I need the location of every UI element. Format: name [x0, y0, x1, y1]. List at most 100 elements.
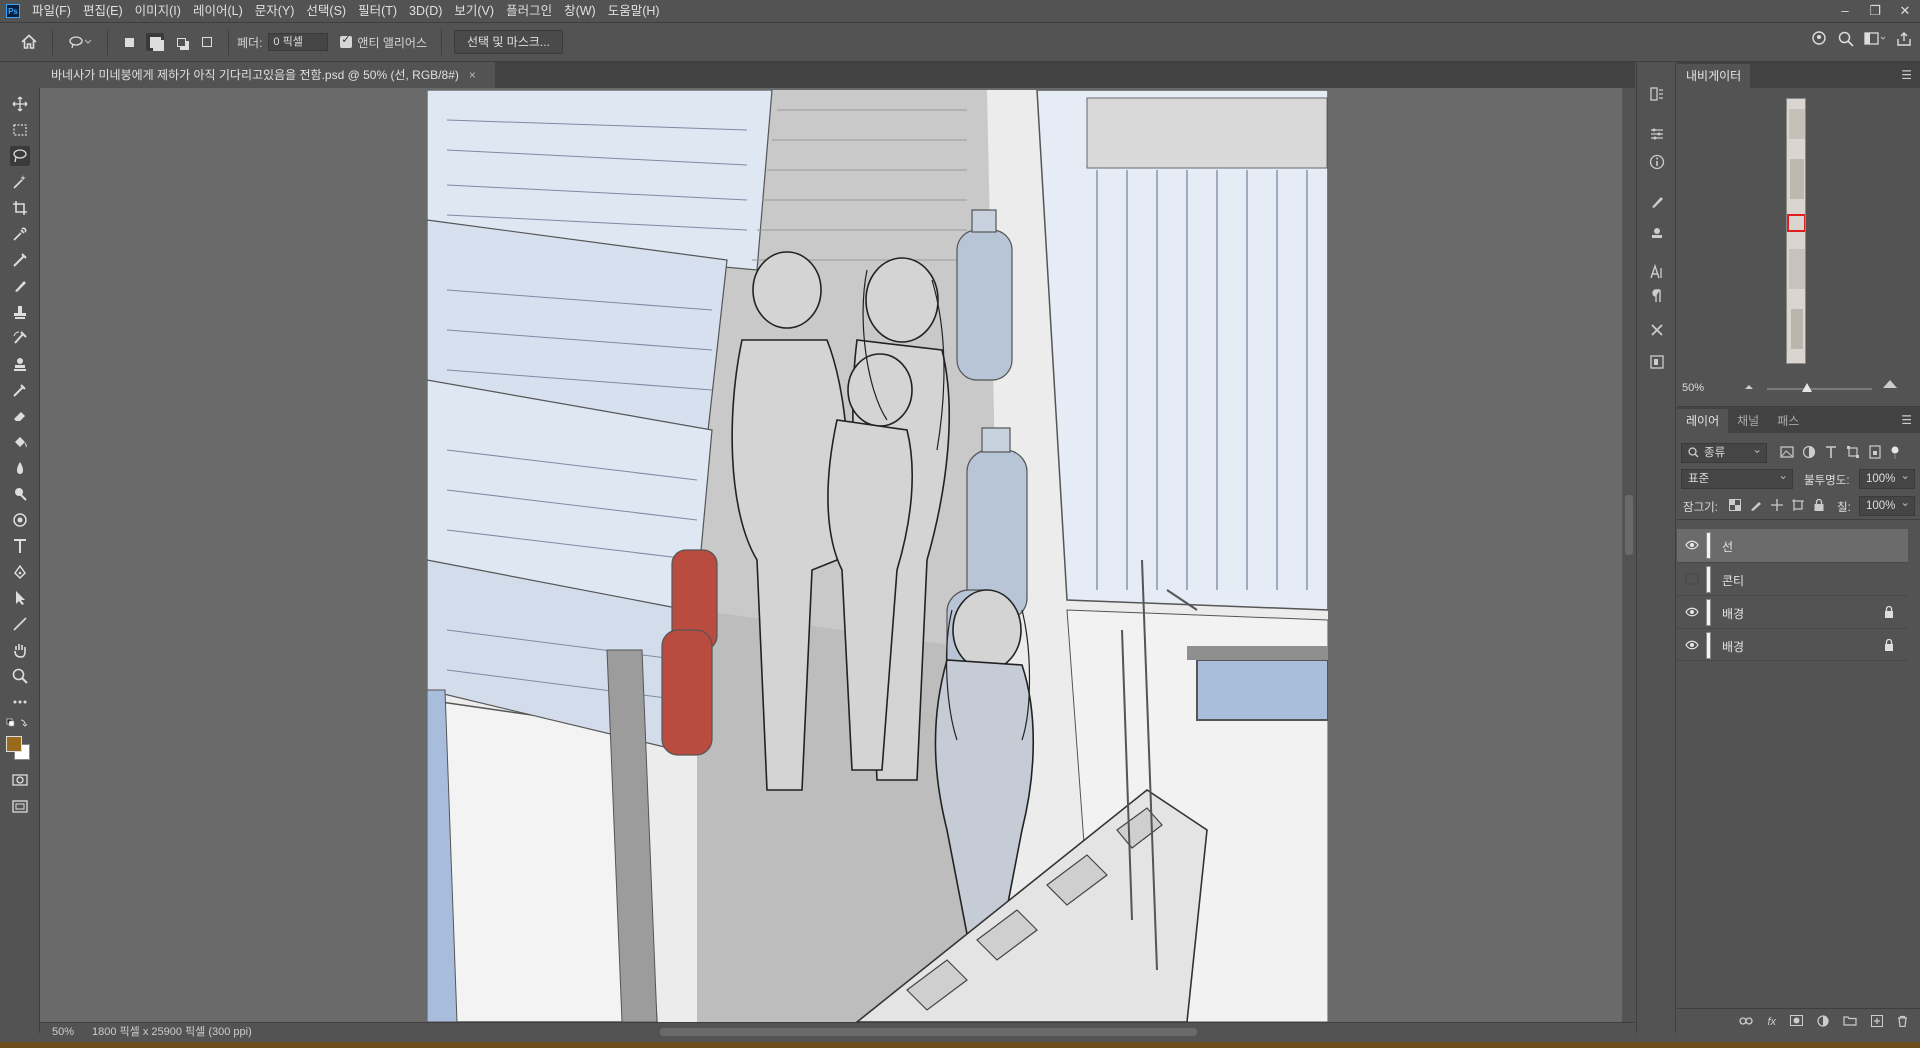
tab-channels[interactable]: 채널	[1728, 409, 1768, 433]
move-tool-icon[interactable]	[10, 94, 30, 114]
tab-layers[interactable]: 레이어	[1677, 409, 1729, 433]
menu-filter[interactable]: 필터(T)	[352, 0, 403, 22]
zoom-out-icon[interactable]	[1744, 380, 1754, 394]
filter-toggle-icon[interactable]	[1890, 445, 1900, 462]
lock-artboard-icon[interactable]	[1792, 499, 1804, 514]
layer-name[interactable]: 콘티	[1722, 572, 1744, 589]
lock-all-icon[interactable]	[1813, 498, 1825, 514]
lock-pixels-icon[interactable]	[1750, 499, 1762, 514]
filter-type-icon[interactable]	[1824, 445, 1838, 462]
lock-position-icon[interactable]	[1771, 499, 1783, 514]
brush-tool-icon[interactable]	[10, 276, 30, 296]
pen-tool-icon[interactable]	[10, 562, 30, 582]
share-export-icon[interactable]	[1896, 31, 1912, 50]
menu-window[interactable]: 창(W)	[558, 0, 602, 22]
filter-adjustment-icon[interactable]	[1802, 445, 1816, 462]
default-colors-icon[interactable]	[6, 718, 28, 730]
menu-edit[interactable]: 편집(E)	[77, 0, 129, 22]
visibility-eye-icon[interactable]	[1685, 539, 1699, 551]
screen-mode-icon[interactable]	[10, 796, 30, 816]
type-tool-icon[interactable]	[10, 536, 30, 556]
navigator-zoom-knob[interactable]	[1802, 383, 1812, 392]
layer-style-icon[interactable]: fx	[1767, 1016, 1776, 1028]
intersect-selection-icon[interactable]	[198, 33, 216, 51]
layer-row[interactable]: 콘티	[1677, 562, 1908, 595]
navigator-preview[interactable]	[1786, 98, 1806, 364]
menu-plugins[interactable]: 플러그인	[500, 0, 558, 22]
menu-view[interactable]: 보기(V)	[448, 0, 500, 22]
blend-mode-dropdown[interactable]: 표준	[1681, 467, 1793, 489]
menu-3d[interactable]: 3D(D)	[403, 0, 448, 22]
layer-row[interactable]: 배경	[1677, 595, 1908, 628]
paint-bucket-tool-icon[interactable]	[10, 432, 30, 452]
minimize-button[interactable]: –	[1830, 0, 1860, 22]
line-tool-icon[interactable]	[10, 614, 30, 634]
properties-panel-icon[interactable]	[1647, 352, 1667, 372]
layer-row[interactable]: 배경	[1677, 628, 1908, 661]
lock-transparent-icon[interactable]	[1729, 499, 1741, 514]
add-to-selection-icon[interactable]	[146, 33, 164, 51]
filter-smart-object-icon[interactable]	[1868, 445, 1882, 462]
blur-tool-icon[interactable]	[10, 458, 30, 478]
opacity-input[interactable]: 100%	[1859, 467, 1915, 489]
status-zoom[interactable]: 50%	[52, 1023, 74, 1041]
new-selection-icon[interactable]	[120, 33, 138, 51]
visibility-eye-icon[interactable]	[1685, 606, 1699, 618]
menu-select[interactable]: 선택(S)	[300, 0, 352, 22]
close-window-button[interactable]: ✕	[1890, 0, 1920, 22]
canvas-area[interactable]	[40, 88, 1622, 1022]
layer-name[interactable]: 선	[1722, 538, 1733, 555]
workspace-icon[interactable]	[1864, 32, 1886, 49]
share-icon[interactable]	[1812, 31, 1828, 50]
layers-panel-menu-icon[interactable]: ☰	[1901, 413, 1912, 427]
link-layers-icon[interactable]	[1739, 1015, 1754, 1029]
crop-tool-icon[interactable]	[10, 198, 30, 218]
search-icon[interactable]	[1838, 31, 1854, 50]
layer-name[interactable]: 배경	[1722, 605, 1744, 622]
select-and-mask-button[interactable]: 선택 및 마스크...	[454, 30, 563, 54]
document-tab[interactable]: 바네사가 미네붕에게 제하가 아직 기다리고있음을 전함.psd @ 50% (…	[40, 62, 495, 88]
menu-image[interactable]: 이미지(I)	[129, 0, 187, 22]
hand-tool-icon[interactable]	[10, 640, 30, 660]
restore-button[interactable]: ❐	[1860, 0, 1890, 22]
subtract-selection-icon[interactable]	[172, 33, 190, 51]
close-tab-icon[interactable]: ×	[469, 68, 476, 82]
delete-layer-icon[interactable]	[1897, 1015, 1908, 1030]
navigator-view-box[interactable]	[1787, 214, 1805, 232]
sponge-tool-icon[interactable]	[10, 510, 30, 530]
eyedropper-tool-icon[interactable]	[10, 224, 30, 244]
vertical-scroll-thumb[interactable]	[1625, 495, 1633, 555]
adjustments-panel-icon[interactable]	[1647, 124, 1667, 144]
menu-help[interactable]: 도움말(H)	[602, 0, 666, 22]
lasso-tool-icon[interactable]	[10, 146, 30, 166]
new-layer-icon[interactable]	[1871, 1014, 1883, 1030]
lasso-preset-icon[interactable]	[65, 33, 95, 51]
navigator-zoom-value[interactable]: 50%	[1682, 382, 1704, 394]
new-group-icon[interactable]	[1843, 1015, 1857, 1029]
history-brush-tool-icon[interactable]	[10, 328, 30, 348]
add-mask-icon[interactable]	[1790, 1015, 1803, 1029]
history-panel-icon[interactable]	[1647, 84, 1667, 104]
layer-filter-dropdown[interactable]: 종류	[1681, 441, 1767, 463]
horizontal-scroll-thumb[interactable]	[660, 1028, 1197, 1036]
info-panel-icon[interactable]	[1647, 152, 1667, 172]
menu-type[interactable]: 문자(Y)	[249, 0, 301, 22]
antialias-checkbox[interactable]	[340, 33, 353, 48]
brush-settings-icon[interactable]	[1647, 192, 1667, 212]
marquee-tool-icon[interactable]	[10, 120, 30, 140]
fill-input[interactable]: 100%	[1859, 494, 1915, 516]
foreground-color-swatch[interactable]	[6, 736, 22, 752]
zoom-in-icon[interactable]	[1882, 378, 1898, 392]
path-selection-tool-icon[interactable]	[10, 588, 30, 608]
tool-presets-icon[interactable]	[1647, 320, 1667, 340]
adjustment-layer-icon[interactable]	[1817, 1014, 1829, 1030]
filter-shape-icon[interactable]	[1846, 445, 1860, 462]
clone-source-icon[interactable]	[1647, 224, 1667, 244]
art-history-brush-icon[interactable]	[10, 380, 30, 400]
vertical-scrollbar[interactable]	[1622, 88, 1635, 1022]
feather-input[interactable]: 0 픽셀	[268, 33, 329, 51]
filter-pixel-icon[interactable]	[1780, 445, 1794, 462]
visibility-eye-icon[interactable]	[1685, 639, 1699, 651]
character-panel-icon[interactable]	[1647, 262, 1667, 282]
zoom-tool-icon[interactable]	[10, 666, 30, 686]
